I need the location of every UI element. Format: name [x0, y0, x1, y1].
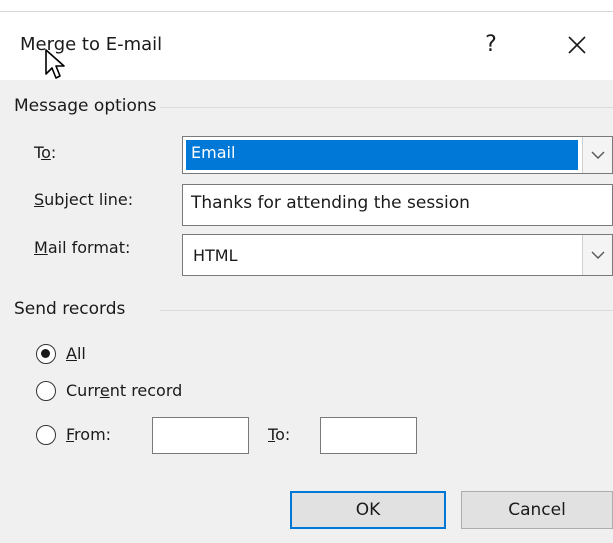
window-top-border [0, 0, 613, 12]
to-record-label: To: [268, 425, 291, 444]
to-record-input[interactable] [320, 417, 417, 454]
to-field-value: Email [191, 143, 236, 162]
help-button[interactable]: ? [476, 30, 506, 60]
to-field-select[interactable]: Email [182, 136, 613, 174]
current-record-radio[interactable] [36, 381, 56, 401]
mail-format-value: HTML [193, 246, 238, 265]
all-records-label[interactable]: All [66, 344, 86, 363]
message-options-group-title: Message options [14, 96, 157, 116]
chevron-down-icon [591, 251, 605, 259]
from-label[interactable]: From: [66, 425, 111, 444]
close-icon [568, 36, 586, 54]
close-button[interactable] [560, 28, 594, 62]
dialog-title: Merge to E-mail [20, 34, 163, 55]
title-bar[interactable]: Merge to E-mail ? [0, 12, 613, 80]
message-options-divider [160, 107, 613, 108]
mail-format-select[interactable]: HTML [182, 234, 613, 276]
chevron-down-icon [591, 151, 605, 159]
from-record-input[interactable] [152, 417, 249, 454]
send-records-group-title: Send records [14, 299, 126, 319]
mail-format-label: Mail format: [34, 238, 131, 257]
to-dropdown-button[interactable] [582, 137, 612, 173]
subject-line-value: Thanks for attending the session [191, 193, 470, 213]
to-label: To: [34, 143, 57, 162]
merge-to-email-dialog: Merge to E-mail ? Message options To: Em… [0, 0, 613, 543]
from-range-radio[interactable] [36, 425, 56, 445]
mouse-cursor-icon [45, 49, 65, 79]
cancel-button[interactable]: Cancel [461, 491, 613, 529]
mail-format-dropdown-button[interactable] [582, 235, 612, 275]
ok-button[interactable]: OK [290, 491, 446, 529]
send-records-divider [160, 310, 613, 311]
to-selection-highlight [185, 139, 579, 171]
subject-line-input[interactable]: Thanks for attending the session [182, 184, 613, 226]
all-records-radio[interactable] [36, 344, 56, 364]
subject-line-label: Subject line: [34, 190, 134, 209]
current-record-label[interactable]: Current record [66, 381, 182, 400]
